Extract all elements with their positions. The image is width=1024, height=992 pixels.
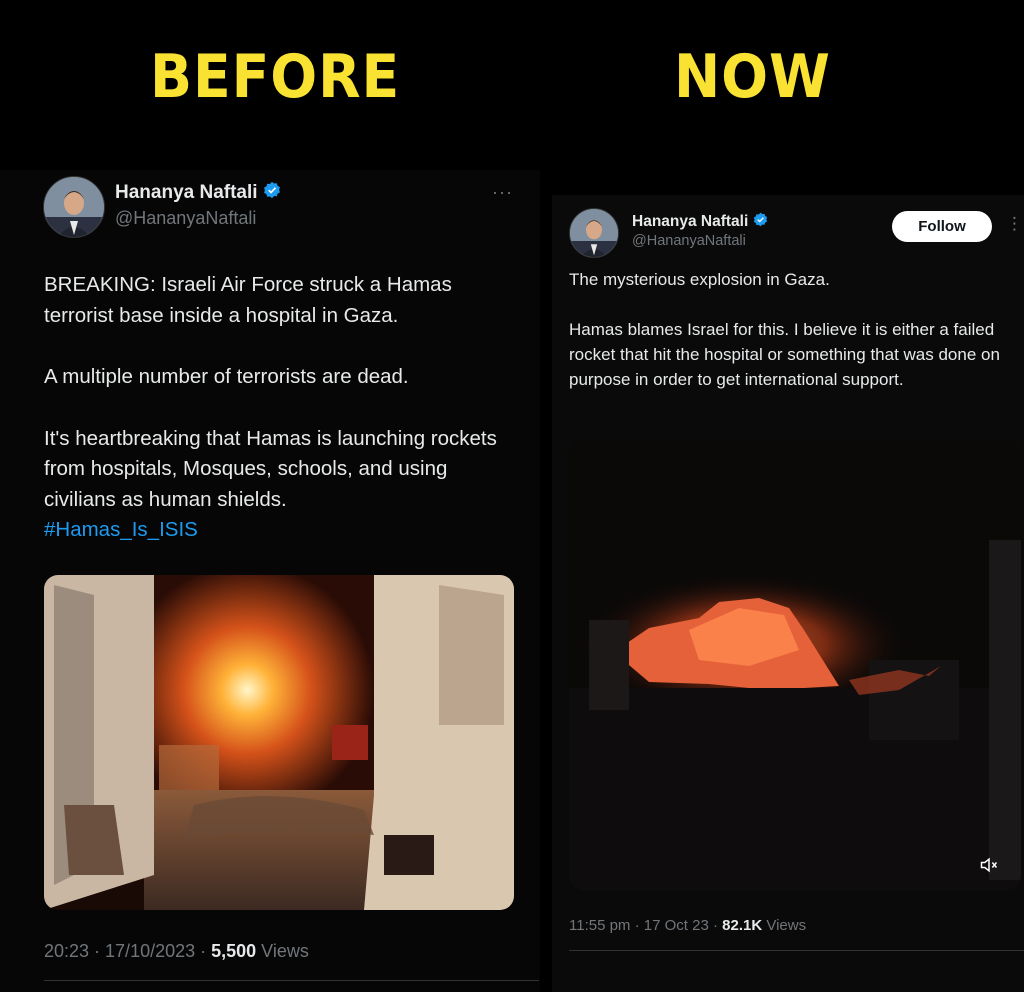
tweet-video[interactable] — [569, 440, 1021, 890]
now-tweet-panel: Hananya Naftali @HananyaNaftali Follow ⋮… — [552, 195, 1024, 992]
tweet-text: The mysterious explosion in Gaza. Hamas … — [569, 267, 1021, 392]
author-name-text[interactable]: Hananya Naftali — [115, 182, 258, 203]
verified-badge-icon — [263, 181, 281, 205]
views-count: 82.1K — [722, 917, 763, 934]
hashtag-link[interactable]: #Hamas_Is_ISIS — [44, 515, 524, 546]
tweet-image[interactable] — [44, 575, 514, 910]
tweet-paragraph: It's heartbreaking that Hamas is launchi… — [44, 426, 497, 511]
before-heading: BEFORE — [150, 42, 401, 112]
tweet-metadata: 20:23 · 17/10/2023 · 5,500 Views — [44, 941, 309, 962]
tweet-paragraph: BREAKING: Israeli Air Force struck a Ham… — [44, 273, 452, 327]
divider — [569, 950, 1024, 951]
before-tweet-panel: Hananya Naftali @HananyaNaftali ··· BREA… — [0, 170, 540, 992]
tweet-paragraph: The mysterious explosion in Gaza. — [569, 270, 830, 289]
author-name-text[interactable]: Hananya Naftali — [632, 213, 748, 230]
tweet-text: BREAKING: Israeli Air Force struck a Ham… — [44, 270, 524, 546]
author-handle[interactable]: @HananyaNaftali — [115, 208, 256, 229]
timestamp-link[interactable]: 11:55 pm · 17 Oct 23 · — [569, 917, 722, 934]
divider — [44, 980, 539, 981]
views-label: Views — [762, 917, 807, 934]
verified-badge-icon — [753, 212, 768, 232]
avatar[interactable] — [43, 176, 105, 238]
tweet-metadata: 11:55 pm · 17 Oct 23 · 82.1K Views — [569, 917, 806, 934]
more-options-icon[interactable]: ··· — [492, 182, 513, 203]
author-handle[interactable]: @HananyaNaftali — [632, 233, 746, 249]
now-heading: NOW — [674, 42, 831, 112]
avatar[interactable] — [569, 208, 619, 258]
mute-icon[interactable] — [979, 855, 999, 875]
tweet-paragraph: Hamas blames Israel for this. I believe … — [569, 320, 1000, 389]
tweet-paragraph: A multiple number of terrorists are dead… — [44, 365, 409, 388]
author-name[interactable]: Hananya Naftali — [115, 181, 281, 205]
views-label: Views — [256, 941, 309, 961]
follow-button[interactable]: Follow — [892, 211, 992, 242]
views-count: 5,500 — [211, 941, 257, 961]
author-name[interactable]: Hananya Naftali — [632, 212, 768, 232]
more-options-icon[interactable]: ⋮ — [1006, 214, 1024, 234]
timestamp-link[interactable]: 20:23 · 17/10/2023 · — [44, 941, 211, 961]
